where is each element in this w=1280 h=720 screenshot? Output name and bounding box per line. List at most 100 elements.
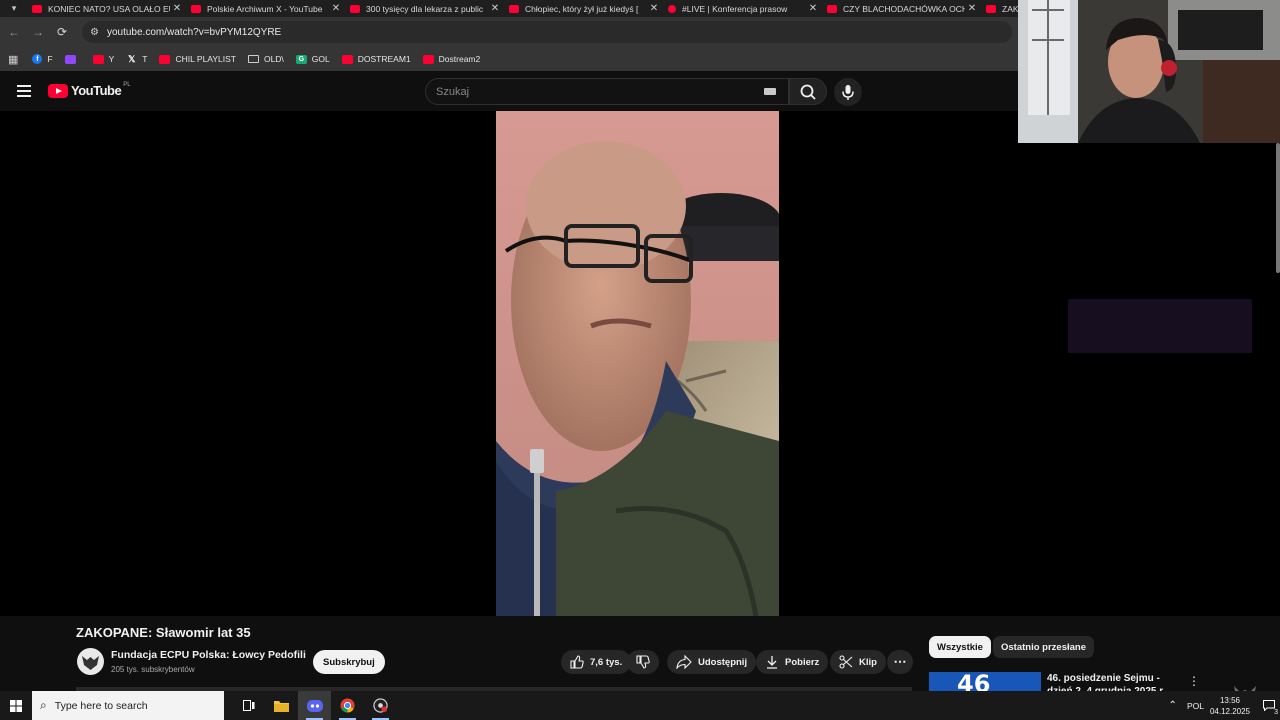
scissors-icon xyxy=(839,655,853,669)
youtube-icon xyxy=(159,54,171,64)
download-icon xyxy=(767,656,777,669)
language-indicator[interactable]: POL xyxy=(1187,701,1204,711)
youtube-icon xyxy=(827,4,837,13)
windows-taskbar: ⌕ Type here to search ⌃ POL 13:56 04.12.… xyxy=(0,691,1280,720)
site-settings-icon[interactable]: ⚙ xyxy=(90,27,99,38)
bookmark-folder[interactable]: OLD\ xyxy=(247,54,284,64)
channel-avatar[interactable] xyxy=(77,648,104,675)
close-icon[interactable]: ✕ xyxy=(170,3,184,14)
tab-title: CZY BLACHODACHÓWKA OCH xyxy=(843,3,965,14)
like-button[interactable]: 7,6 tys. xyxy=(561,650,632,674)
bookmark-item[interactable] xyxy=(64,54,81,64)
webcam-image xyxy=(1018,0,1280,143)
reload-icon[interactable]: ⟳ xyxy=(50,25,74,39)
youtube-icon xyxy=(32,4,42,13)
more-actions-button[interactable]: ⋯ xyxy=(887,650,913,674)
bookmark-item[interactable]: CHIL PLAYLIST xyxy=(159,54,236,64)
bookmark-label: F xyxy=(47,54,53,64)
bookmark-label: CHIL PLAYLIST xyxy=(175,54,236,64)
download-button[interactable]: Pobierz xyxy=(756,650,829,674)
search-icon xyxy=(800,84,816,100)
youtube-icon xyxy=(341,54,353,64)
youtube-icon xyxy=(350,4,360,13)
browser-tab[interactable]: KONIEC NATO? USA OLAŁO EU ✕ xyxy=(28,0,187,17)
dislike-button[interactable] xyxy=(627,650,659,674)
subscriber-count: 205 tys. subskrybentów xyxy=(111,665,195,674)
chip-all[interactable]: Wszystkie xyxy=(929,636,991,658)
browser-tab[interactable]: Chłopiec, który żył już kiedyś [ ✕ xyxy=(505,0,664,17)
menu-icon[interactable] xyxy=(17,85,31,97)
taskbar-search-input[interactable]: ⌕ Type here to search xyxy=(32,691,224,720)
download-label: Pobierz xyxy=(785,656,820,668)
browser-tab[interactable]: #LIVE | Konferencja prasow ✕ xyxy=(664,0,823,17)
discord-app-icon[interactable] xyxy=(298,691,331,720)
voice-search-button[interactable] xyxy=(834,78,862,106)
recommended-title[interactable]: 46. posiedzenie Sejmu - dzień 2, 4 grudn… xyxy=(1047,672,1177,692)
video-frame[interactable] xyxy=(496,111,779,616)
clip-button[interactable]: Klip xyxy=(830,650,886,674)
twitch-icon xyxy=(64,54,76,64)
youtube-page: YouTube PL Szukaj ZAKOPANE: Sławomir lat… xyxy=(0,71,1280,707)
bookmark-item[interactable]: Dostream2 xyxy=(422,54,481,64)
forward-arrow-icon[interactable]: → xyxy=(26,25,50,39)
windows-start-button[interactable] xyxy=(0,691,32,720)
bookmark-item[interactable]: fF xyxy=(32,54,53,64)
youtube-logo[interactable]: YouTube PL xyxy=(48,81,131,98)
close-icon[interactable]: ✕ xyxy=(647,3,661,14)
subscribe-button[interactable]: Subskrybuj xyxy=(313,650,385,674)
notification-button[interactable]: 3 xyxy=(1258,691,1280,720)
clock-date: 04.12.2025 xyxy=(1209,706,1250,716)
task-view-icon[interactable] xyxy=(232,691,265,720)
search-placeholder: Szukaj xyxy=(436,85,470,98)
video-player[interactable] xyxy=(0,111,1280,707)
close-icon[interactable]: ✕ xyxy=(488,3,502,14)
recommended-thumbnail[interactable]: 46 xyxy=(929,672,1041,692)
eagle-icon xyxy=(82,656,99,670)
youtube-icon xyxy=(92,54,104,64)
close-icon[interactable]: ✕ xyxy=(329,3,343,14)
close-icon[interactable]: ✕ xyxy=(965,3,979,14)
channel-name[interactable]: Fundacja ECPU Polska: Łowcy Pedofili xyxy=(111,649,306,661)
like-count: 7,6 tys. xyxy=(590,656,623,668)
clock[interactable]: 13:56 04.12.2025 xyxy=(1210,695,1250,717)
share-button[interactable]: Udostępnij xyxy=(667,650,757,674)
keyboard-icon[interactable] xyxy=(764,88,776,95)
bookmark-label: DOSTREAM1 xyxy=(357,54,411,64)
page-scrollbar[interactable] xyxy=(1276,143,1280,273)
file-explorer-icon[interactable] xyxy=(265,691,298,720)
browser-tab[interactable]: CZY BLACHODACHÓWKA OCH ✕ xyxy=(823,0,982,17)
country-code: PL xyxy=(123,81,131,88)
address-bar-row: ← → ⟳ ⚙ youtube.com/watch?v=bvPYM12QYRE xyxy=(0,17,1018,47)
bookmark-item[interactable]: Y xyxy=(92,54,114,64)
windows-logo-icon xyxy=(10,699,22,712)
chip-recently-uploaded[interactable]: Ostatnio przesłane xyxy=(993,636,1094,658)
bookmark-label: Dostream2 xyxy=(438,54,481,64)
obs-icon[interactable] xyxy=(364,691,397,720)
bookmark-item[interactable]: 𝕏T xyxy=(126,54,147,65)
search-input[interactable]: Szukaj xyxy=(425,78,789,105)
chrome-icon[interactable] xyxy=(331,691,364,720)
bookmarks-bar: ▦ fF Y 𝕏T CHIL PLAYLIST OLD\ G GOL DOSTRE… xyxy=(0,47,1018,71)
url-field[interactable]: ⚙ youtube.com/watch?v=bvPYM12QYRE xyxy=(82,21,1012,43)
share-icon xyxy=(676,655,692,669)
bookmark-label: OLD\ xyxy=(263,54,284,64)
webcam-overlay xyxy=(1018,0,1280,143)
back-arrow-icon[interactable]: ← xyxy=(2,25,26,39)
search-button[interactable] xyxy=(789,78,827,105)
bookmark-item[interactable]: G GOL xyxy=(295,54,330,64)
chevron-up-icon[interactable]: ⌃ xyxy=(1169,700,1177,711)
folder-icon xyxy=(247,55,259,63)
browser-tab-active[interactable]: ZAKO xyxy=(982,0,1022,17)
close-icon[interactable]: ✕ xyxy=(806,3,820,14)
clip-label: Klip xyxy=(859,656,877,668)
more-vertical-icon[interactable]: ⋮ xyxy=(1188,674,1200,688)
tab-search-button[interactable]: ▾ xyxy=(0,0,28,17)
browser-tab[interactable]: Polskie Archiwum X - YouTube ✕ xyxy=(187,0,346,17)
browser-tab[interactable]: 300 tysięcy dla lekarza z public ✕ xyxy=(346,0,505,17)
bookmark-item[interactable]: DOSTREAM1 xyxy=(341,54,411,64)
video-info-area: ZAKOPANE: Sławomir lat 35 Fundacja ECPU … xyxy=(0,616,1280,692)
tab-title: Polskie Archiwum X - YouTube xyxy=(207,3,323,14)
apps-grid-icon[interactable]: ▦ xyxy=(8,53,18,66)
youtube-icon xyxy=(986,4,996,13)
notification-count: 3 xyxy=(1274,709,1278,716)
